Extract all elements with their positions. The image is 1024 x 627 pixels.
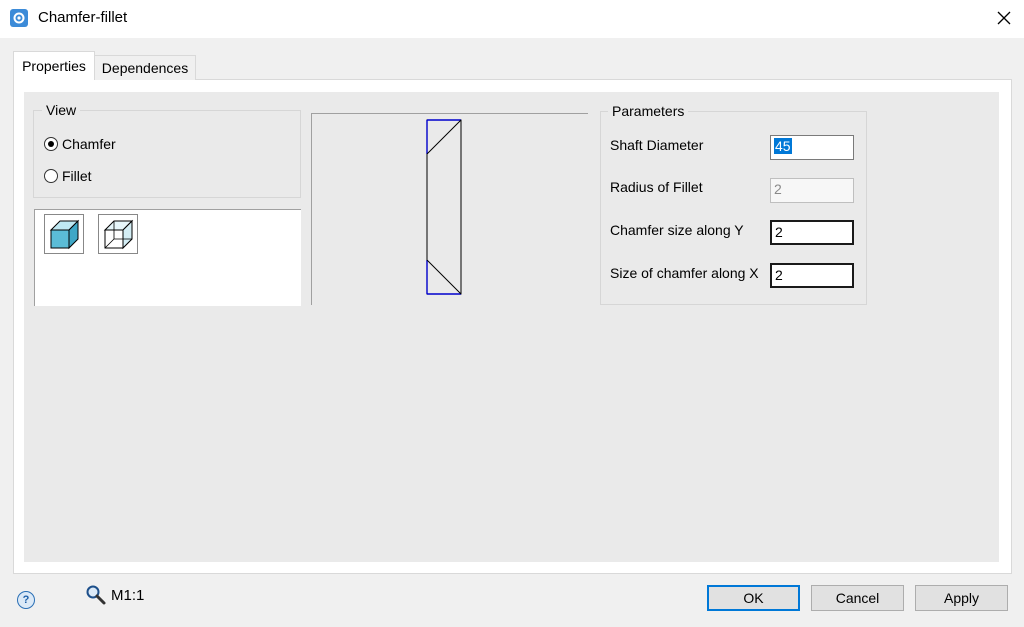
shaft-diameter-label: Shaft Diameter [610, 137, 704, 153]
tab-properties[interactable]: Properties [13, 51, 95, 80]
tab-dependences[interactable]: Dependences [94, 55, 196, 80]
radius-of-fillet-value: 2 [774, 181, 782, 197]
shaft-diameter-field[interactable]: 45 [770, 135, 854, 160]
chamfer-y-value: 2 [775, 224, 783, 240]
view-group [33, 110, 301, 198]
gear-icon [10, 9, 28, 27]
chamfer-x-value: 2 [775, 267, 783, 283]
radio-indicator[interactable] [44, 137, 58, 151]
ok-button[interactable]: OK [707, 585, 800, 611]
close-icon [997, 11, 1011, 25]
radius-of-fillet-label: Radius of Fillet [610, 179, 703, 195]
view-group-legend: View [42, 102, 81, 118]
wireframe-cube-icon [103, 219, 134, 250]
chamfer-radio[interactable]: Chamfer [44, 136, 116, 152]
shaded-cube-icon [49, 219, 80, 250]
magnifier-icon[interactable] [85, 584, 107, 609]
wireframe-cube-button[interactable] [98, 214, 138, 254]
radio-indicator[interactable] [44, 169, 58, 183]
chamfer-x-label: Size of chamfer along X [610, 265, 759, 281]
chamfer-x-field[interactable]: 2 [770, 263, 854, 288]
radius-of-fillet-field: 2 [770, 178, 854, 203]
cancel-button[interactable]: Cancel [811, 585, 904, 611]
close-button[interactable] [984, 0, 1024, 36]
chamfer-radio-label: Chamfer [62, 136, 116, 152]
help-icon[interactable]: ? [17, 591, 35, 609]
window-title: Chamfer-fillet [38, 9, 128, 26]
fillet-radio[interactable]: Fillet [44, 168, 92, 184]
fillet-radio-label: Fillet [62, 168, 92, 184]
shaft-preview-drawing [426, 119, 462, 295]
shaded-cube-button[interactable] [44, 214, 84, 254]
zoom-scale-label: M1:1 [111, 587, 145, 604]
shaft-diameter-value: 45 [774, 138, 792, 154]
chamfer-y-field[interactable]: 2 [770, 220, 854, 245]
apply-button[interactable]: Apply [915, 585, 1008, 611]
chamfer-y-label: Chamfer size along Y [610, 222, 744, 238]
preview-panel [311, 113, 588, 305]
title-bar [0, 0, 1024, 38]
parameters-group-legend: Parameters [608, 103, 689, 119]
